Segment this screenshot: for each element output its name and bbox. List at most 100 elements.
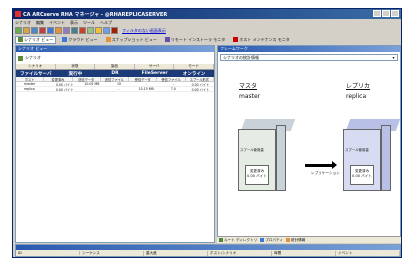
view-snapshot[interactable]: スナップショット ビュー xyxy=(104,36,159,44)
host-sent-data: 10.05 MB xyxy=(84,82,100,86)
view-scenario-label: シナリオ ビュー xyxy=(24,36,54,42)
window-title: CA ARCserve RHA マネージャ - @RHAREPLICASERVE… xyxy=(23,11,168,18)
screen: CA ARCserve RHA マネージャ - @RHAREPLICASERVE… xyxy=(0,0,414,263)
view-host-maintenance[interactable]: ホスト メンテナンス モニタ xyxy=(231,36,291,44)
scenario-view-icon xyxy=(18,37,23,42)
tab-statistics[interactable]: 統計情報 xyxy=(286,238,305,243)
replica-server[interactable]: スプール使用量 変更済み 0.00 バイト xyxy=(343,119,401,193)
menu-view[interactable]: 表示 xyxy=(70,20,78,26)
maximize-button[interactable] xyxy=(382,10,390,17)
host-sent-data: - xyxy=(91,87,93,91)
scenario-server: FileServer xyxy=(141,71,168,76)
host-maintenance-icon xyxy=(233,37,239,42)
col-severity[interactable]: 重大度 xyxy=(144,250,208,256)
properties-icon xyxy=(260,238,265,242)
report-icon[interactable] xyxy=(63,27,70,34)
minimize-button[interactable] xyxy=(373,10,381,17)
view-remote-installer-label: リモート インストーラ モニタ xyxy=(170,36,226,42)
host-name: master xyxy=(24,82,36,86)
tab-statistics-label: 統計情報 xyxy=(291,237,306,242)
col-scenario[interactable]: シナリオ xyxy=(16,64,56,69)
open-icon[interactable] xyxy=(23,27,30,34)
tab-properties[interactable]: プロパティ xyxy=(260,238,283,243)
col-server[interactable]: サーバ xyxy=(135,64,175,69)
col-id[interactable]: ID xyxy=(16,251,80,255)
master-disk-value: 0.00 バイト xyxy=(247,174,267,178)
col-recv-files: 受信ファイル xyxy=(157,76,186,82)
save-icon[interactable] xyxy=(31,27,38,34)
title-bar: CA ARCserve RHA マネージャ - @RHAREPLICASERVE… xyxy=(13,9,401,19)
chevron-down-icon: ▾ xyxy=(392,55,395,60)
remote-installer-icon xyxy=(164,37,170,42)
scenario-tree-root[interactable]: シナリオ xyxy=(16,52,214,64)
folder-icon xyxy=(219,238,223,242)
col-product[interactable]: 製品 xyxy=(95,64,135,69)
host-changed: 0.00 バイト xyxy=(55,87,74,92)
host-sent-files: - xyxy=(118,87,120,91)
host-row-replica[interactable]: replica 0.00 バイト - - 10.15 MB 7.0 0.00 バ… xyxy=(16,87,214,92)
new-scenario-icon[interactable] xyxy=(15,27,22,34)
statistics-icon xyxy=(286,238,290,242)
tab-properties-label: プロパティ xyxy=(265,237,283,242)
host-sent-files: 10 xyxy=(116,82,122,86)
scenario-product: DR xyxy=(111,71,119,76)
col-state[interactable]: 状態 xyxy=(56,64,96,69)
view-cloud-label: クラウド ビュー xyxy=(68,36,98,42)
host-spool: 0.00 バイト xyxy=(191,87,210,92)
snapshot-view-icon xyxy=(105,37,111,42)
view-remote-installer[interactable]: リモート インストーラ モニタ xyxy=(163,36,227,44)
menu-help[interactable]: ヘルプ xyxy=(100,20,112,26)
app-icon xyxy=(15,11,21,17)
window-controls xyxy=(373,10,399,17)
replica-server-side xyxy=(381,125,391,191)
statistics-select-value: シナリオの統計情報 xyxy=(223,54,259,60)
menu-edit[interactable]: 編集 xyxy=(36,20,44,26)
host-recv-data: - xyxy=(145,82,147,86)
cloud-view-icon xyxy=(62,37,68,42)
help-icon[interactable] xyxy=(111,27,118,34)
tab-root-directory-label: ルート ディレクトリ xyxy=(224,237,258,242)
app-window: CA ARCserve RHA マネージャ - @RHAREPLICASERVE… xyxy=(12,8,402,258)
col-event[interactable]: イベント xyxy=(336,250,400,256)
menu-scenario[interactable]: シナリオ xyxy=(15,20,31,26)
replication-arrow xyxy=(305,161,337,169)
sync-icon[interactable] xyxy=(55,27,62,34)
menu-tools[interactable]: ツール xyxy=(83,20,95,26)
run-icon[interactable] xyxy=(39,27,46,34)
verify-icon[interactable] xyxy=(87,27,94,34)
col-mode[interactable]: モード xyxy=(174,64,214,69)
menu-bar: シナリオ 編集 イベント 表示 ツール ヘルプ xyxy=(13,19,401,26)
master-disk: 変更済み 0.00 バイト xyxy=(245,165,269,185)
close-button[interactable] xyxy=(391,10,399,17)
col-host-scenario[interactable]: ホスト/シナリオ xyxy=(208,250,272,256)
col-host: ホスト xyxy=(16,76,45,82)
refresh-icon[interactable] xyxy=(103,27,110,34)
master-server[interactable]: スプール使用量 変更済み 0.00 バイト xyxy=(238,119,296,193)
col-time[interactable]: 時間 xyxy=(272,250,336,256)
view-cloud[interactable]: クラウド ビュー xyxy=(60,36,99,44)
events-columns: ID シーケンス 重大度 ホスト/シナリオ 時間 イベント xyxy=(16,250,400,256)
alert-icon[interactable] xyxy=(95,27,102,34)
host-recv-data: 10.15 MB xyxy=(138,87,154,91)
host-recv-files: - xyxy=(172,82,174,86)
replica-label-en: replica xyxy=(346,93,367,100)
col-sequence[interactable]: シーケンス xyxy=(80,250,144,256)
stop-icon[interactable] xyxy=(47,27,54,34)
master-label-en: master xyxy=(239,93,261,100)
main-toolbar: フィルタのない画面表示 xyxy=(13,26,401,35)
replica-disk-value: 0.00 バイト xyxy=(352,174,372,178)
menu-events[interactable]: イベント xyxy=(49,20,65,26)
difference-icon[interactable] xyxy=(71,27,78,34)
scenario-folder-icon xyxy=(18,55,23,61)
framework-tabs: ルート ディレクトリ プロパティ 統計情報 xyxy=(217,236,401,243)
tab-root-directory[interactable]: ルート ディレクトリ xyxy=(219,238,257,243)
replication-label: レプリケーション xyxy=(311,171,340,175)
host-recv-files: 7.0 xyxy=(170,87,176,91)
statistics-select[interactable]: シナリオの統計情報 ▾ xyxy=(220,54,398,61)
events-pane: ID シーケンス 重大度 ホスト/シナリオ 時間 イベント xyxy=(15,244,401,257)
switchover-icon[interactable] xyxy=(79,27,86,34)
master-server-side xyxy=(276,125,286,191)
view-scenario[interactable]: シナリオ ビュー xyxy=(15,35,57,44)
scenario-root-label: シナリオ xyxy=(25,55,41,60)
filter-link[interactable]: フィルタのない画面表示 xyxy=(122,28,166,34)
